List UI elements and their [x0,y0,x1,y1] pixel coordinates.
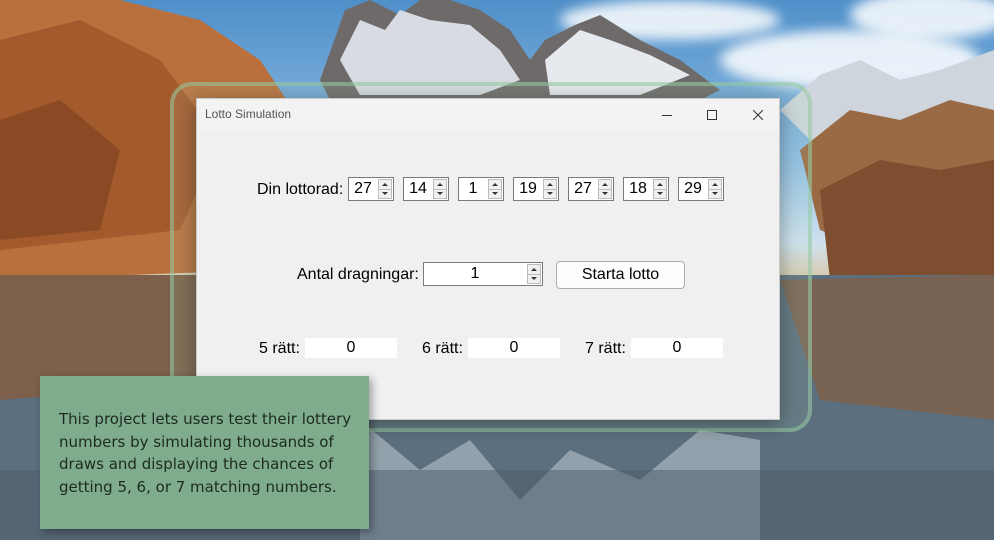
lotto-number-value: 29 [684,180,702,197]
description-caption: This project lets users test their lotte… [40,376,369,529]
spin-down-button[interactable] [378,189,392,199]
minimize-button[interactable] [644,99,690,130]
window-title: Lotto Simulation [205,107,292,121]
spin-up-button[interactable] [598,179,612,190]
lotto-number-value: 14 [409,180,427,197]
description-text: This project lets users test their lotte… [59,410,352,496]
lotto-number-value: 18 [629,180,647,197]
lotto-number-value: 27 [354,180,372,197]
lotto-number-6[interactable]: 18 [623,177,669,201]
close-button[interactable] [735,99,781,130]
spin-down-button[interactable] [708,189,722,199]
result-7-value: 0 [631,338,723,358]
spin-down-button[interactable] [598,189,612,199]
spin-up-button[interactable] [543,179,557,190]
spin-up-button[interactable] [378,179,392,190]
result-6-value: 0 [468,338,560,358]
maximize-button[interactable] [689,99,735,130]
spin-down-button[interactable] [527,274,541,284]
close-icon [753,109,763,120]
lotto-number-value: 1 [468,180,478,197]
spin-up-button[interactable] [708,179,722,190]
dragningar-spinner[interactable]: 1 [423,262,543,286]
spin-up-button[interactable] [488,179,502,190]
result-7-label: 7 rätt: [585,340,626,357]
start-lotto-button[interactable]: Starta lotto [556,261,685,289]
spin-up-button[interactable] [433,179,447,190]
result-6-label: 6 rätt: [422,340,463,357]
spin-down-button[interactable] [543,189,557,199]
dragningar-label: Antal dragningar: [297,266,419,283]
spin-up-button[interactable] [527,264,541,275]
spin-down-button[interactable] [433,189,447,199]
lottorad-label: Din lottorad: [257,181,344,198]
spin-up-button[interactable] [653,179,667,190]
spin-down-button[interactable] [488,189,502,199]
dragningar-value: 1 [470,265,480,282]
lotto-number-4[interactable]: 19 [513,177,559,201]
maximize-icon [707,109,717,120]
lotto-window: Lotto Simulation Din lottorad: 27 14 1 1… [196,98,780,420]
lotto-number-value: 19 [519,180,537,197]
title-bar[interactable]: Lotto Simulation [197,99,779,130]
lotto-number-7[interactable]: 29 [678,177,724,201]
lotto-number-2[interactable]: 14 [403,177,449,201]
lotto-number-5[interactable]: 27 [568,177,614,201]
result-5-label: 5 rätt: [259,340,300,357]
lotto-number-value: 27 [574,180,592,197]
result-5-value: 0 [305,338,397,358]
lotto-number-1[interactable]: 27 [348,177,394,201]
minimize-icon [662,114,672,116]
lotto-number-3[interactable]: 1 [458,177,504,201]
spin-down-button[interactable] [653,189,667,199]
